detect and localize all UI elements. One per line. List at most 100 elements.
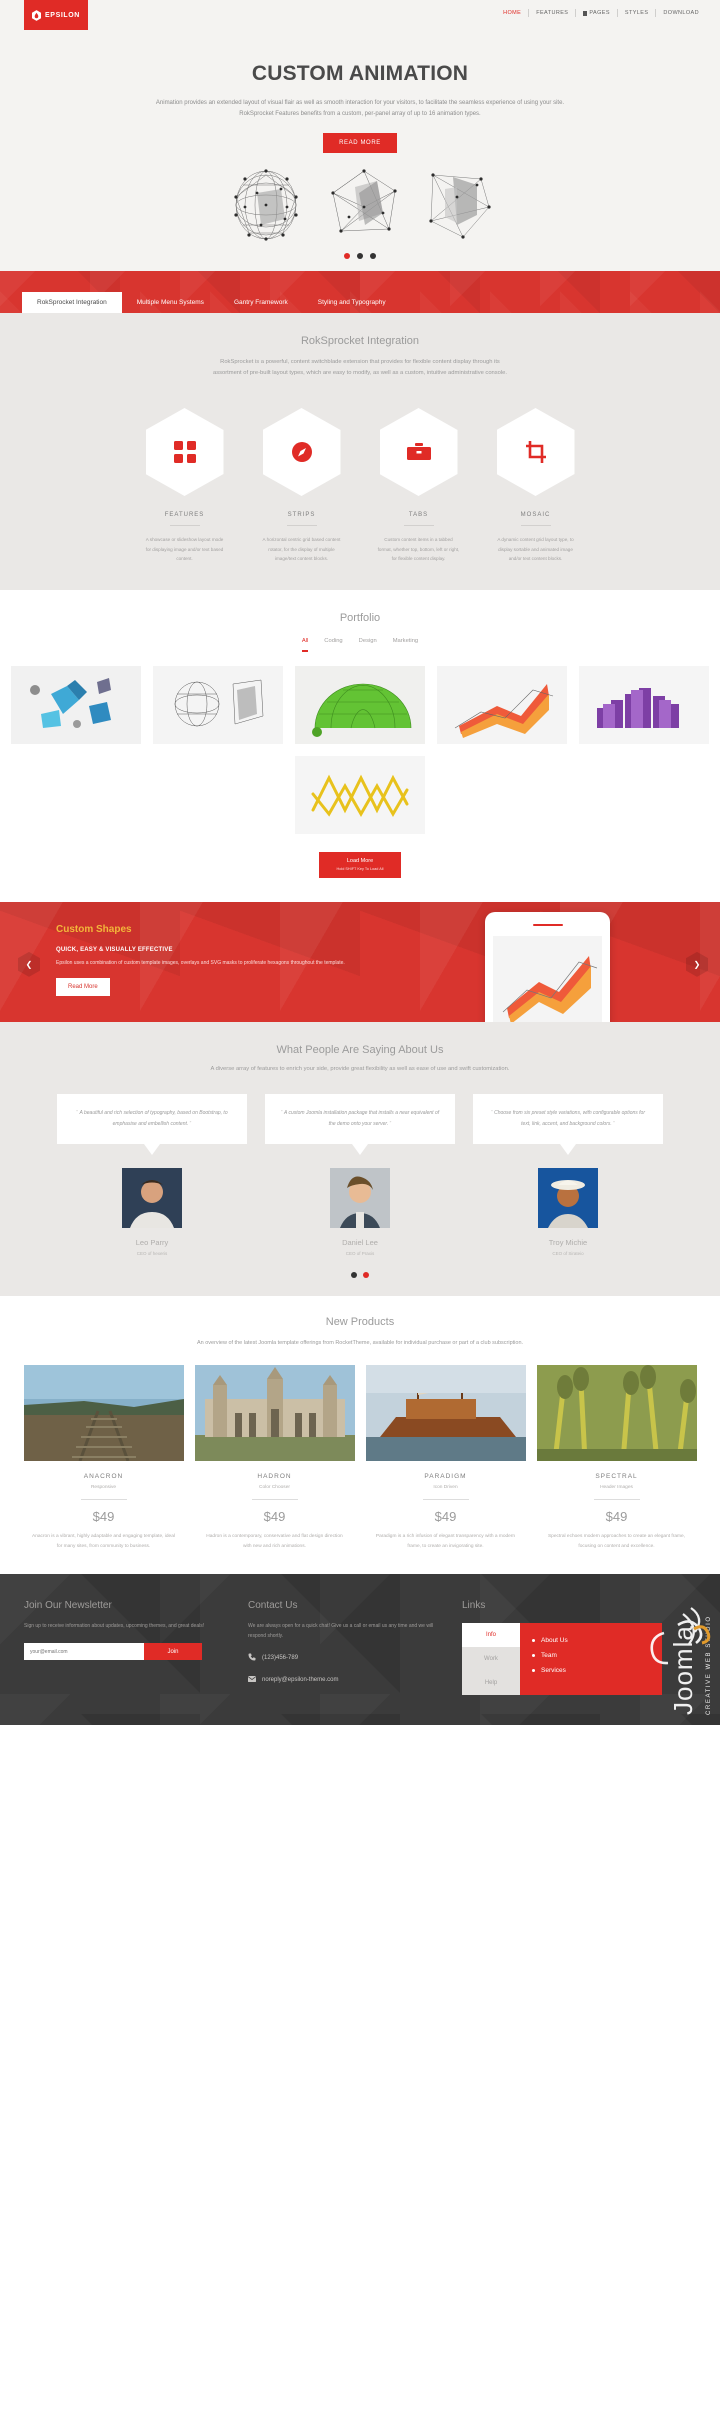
testimonials-title: What People Are Saying About Us [276, 1043, 444, 1056]
links-tab-help[interactable]: Help [462, 1671, 520, 1695]
link-services[interactable]: Services [532, 1663, 650, 1678]
portfolio-filter-design[interactable]: Design [359, 638, 377, 652]
footer-links: Links Info Work Help About Us Team Servi… [462, 1600, 662, 1696]
nav-item-features[interactable]: FEATURES [529, 10, 575, 16]
portfolio-filter-coding[interactable]: Coding [324, 638, 342, 652]
feature-hex-grid: FEATURES A showcase or slideshow layout … [0, 407, 720, 564]
testimonial-quote: Choose from six preset style variations,… [494, 1109, 645, 1127]
feature-card-features[interactable]: FEATURES A showcase or slideshow layout … [137, 407, 232, 564]
custom-shapes-section: ❮ ❯ Custom Shapes QUICK, EASY & VISUALLY… [0, 901, 720, 1022]
feature-card-tabs[interactable]: TABS Custom content items in a tabbed fo… [371, 407, 466, 564]
product-image [365, 1364, 526, 1461]
portfolio-section: Portfolio All Coding Design Marketing Lo… [0, 589, 720, 902]
product-card[interactable]: ANACRON Responsive $49 Anacron is a vibr… [23, 1364, 184, 1552]
newsletter-body: Sign up to receive information about upd… [24, 1623, 205, 1630]
contact-phone-row[interactable]: (123)456-789 [248, 1653, 438, 1663]
custom-shapes-read-more-button[interactable]: Read More [56, 978, 110, 997]
product-image [536, 1364, 697, 1461]
tab-gantry-framework[interactable]: Gantry Framework [219, 292, 303, 313]
nav-item-pages[interactable]: PAGES [576, 10, 617, 16]
roksprocket-description-1: RokSprocket is a powerful, content switc… [220, 358, 500, 365]
hexagon-drop-icon [32, 9, 42, 21]
portfolio-item[interactable] [579, 665, 709, 744]
nav-item-home[interactable]: HOME [496, 10, 528, 16]
hero-carousel-dots [0, 252, 720, 265]
nav-item-download[interactable]: DOWNLOAD [656, 10, 706, 16]
portfolio-item[interactable] [11, 665, 141, 744]
testimonials-subtitle: A diverse array of features to enrich yo… [210, 1065, 510, 1072]
feature-card-mosaic[interactable]: MOSAIC A dynamic content grid layout typ… [488, 407, 583, 564]
divider [251, 1498, 298, 1500]
links-title: Links [462, 1600, 486, 1612]
phone-icon [248, 1653, 256, 1663]
portfolio-item[interactable] [295, 755, 425, 834]
link-team[interactable]: Team [532, 1648, 650, 1663]
hero-shape-illustrations [0, 167, 720, 243]
feature-title: TABS [408, 511, 429, 518]
contact-title: Contact Us [248, 1600, 298, 1612]
portfolio-item[interactable] [153, 665, 283, 744]
roksprocket-title: RokSprocket Integration [300, 334, 419, 347]
carousel-dot-2[interactable] [357, 252, 363, 259]
links-tab-list: Info Work Help [462, 1623, 520, 1696]
site-logo[interactable]: EPSILON [24, 0, 88, 30]
tab-multiple-menu-systems[interactable]: Multiple Menu Systems [122, 292, 219, 313]
custom-shapes-subtitle: QUICK, EASY & VISUALLY EFFECTIVE [56, 946, 173, 953]
svg-text:Joomla: Joomla [668, 1625, 698, 1715]
envelope-icon [248, 1675, 256, 1685]
testimonial-quote: A beautiful and rich selection of typogr… [79, 1109, 228, 1127]
hero-section: CUSTOM ANIMATION Animation provides an e… [0, 40, 720, 271]
hero-paragraph-2: RokSprocket Features benefits from a cus… [239, 111, 481, 118]
newsletter-email-input[interactable] [24, 1643, 144, 1661]
testimonial-name: Leo Parry [135, 1237, 169, 1247]
testimonial-quote: A custom Joomla installation package tha… [283, 1109, 440, 1127]
links-tab-info[interactable]: Info [462, 1623, 520, 1648]
links-tab-work[interactable]: Work [462, 1647, 520, 1671]
portfolio-item[interactable] [295, 665, 425, 744]
quote-close-icon: ” [188, 1120, 192, 1127]
product-name: SPECTRAL [595, 1472, 638, 1480]
nav-item-styles[interactable]: STYLES [618, 10, 656, 16]
product-card[interactable]: HADRON Color Chooser $49 Hadron is a con… [194, 1364, 355, 1552]
product-card[interactable]: PARADIGM Icon Driven $49 Paradigm is a r… [365, 1364, 526, 1552]
grid-squares-icon [173, 440, 196, 463]
portfolio-title: Portfolio [339, 611, 381, 624]
hero-read-more-button[interactable]: READ MORE [323, 132, 397, 153]
carousel-dot-3[interactable] [370, 252, 376, 259]
feature-title: FEATURES [164, 511, 205, 518]
chevron-left-icon[interactable]: ❮ [18, 951, 40, 977]
link-about-us[interactable]: About Us [532, 1633, 650, 1648]
tab-styling-and-typography[interactable]: Styling and Typography [303, 292, 401, 313]
product-description: Spectral echoes modern approaches to cre… [547, 1533, 686, 1549]
tab-roksprocket-integration[interactable]: RokSprocket Integration [22, 291, 122, 313]
svg-text:CREATIVE WEB STUDIO: CREATIVE WEB STUDIO [706, 1615, 712, 1715]
feature-desc: Custom content items in a tabbed format,… [377, 536, 460, 562]
newsletter-join-button[interactable]: Join [144, 1643, 202, 1661]
contact-email-row[interactable]: noreply@epsilon-theme.com [248, 1675, 438, 1685]
load-more-button[interactable]: Load More Hold SHIFT Key To Load All [318, 851, 402, 878]
carousel-dot-1[interactable] [344, 252, 350, 259]
testimonial-dot-1[interactable] [351, 1271, 357, 1278]
link-label: Services [541, 1667, 566, 1675]
roksprocket-section: RokSprocket Integration RokSprocket is a… [0, 312, 720, 590]
avatar [330, 1167, 390, 1228]
portfolio-filter-all[interactable]: All [301, 638, 309, 652]
briefcase-icon [406, 442, 431, 462]
testimonial-dot-2[interactable] [363, 1271, 369, 1278]
product-tag: Responsive [90, 1484, 117, 1490]
avatar [122, 1167, 182, 1228]
product-price: $49 [92, 1508, 115, 1524]
feature-card-strips[interactable]: STRIPS A horizontal centric grid based c… [254, 407, 349, 564]
portfolio-grid [0, 665, 720, 834]
divider [286, 524, 317, 526]
roksprocket-description-2: assortment of pre-built layout types, wh… [212, 370, 508, 377]
portfolio-filter-marketing[interactable]: Marketing [393, 638, 418, 652]
testimonial-name: Daniel Lee [342, 1237, 378, 1247]
portfolio-item[interactable] [437, 665, 567, 744]
chevron-right-icon[interactable]: ❯ [686, 951, 708, 977]
links-tab-panel: Info Work Help About Us Team Services [462, 1623, 662, 1696]
quote-close-icon: ” [388, 1120, 392, 1127]
product-card[interactable]: SPECTRAL Header Images $49 Spectral echo… [536, 1364, 697, 1552]
feature-tab-bar: RokSprocket Integration Multiple Menu Sy… [0, 270, 720, 313]
feature-title: MOSAIC [520, 511, 551, 518]
